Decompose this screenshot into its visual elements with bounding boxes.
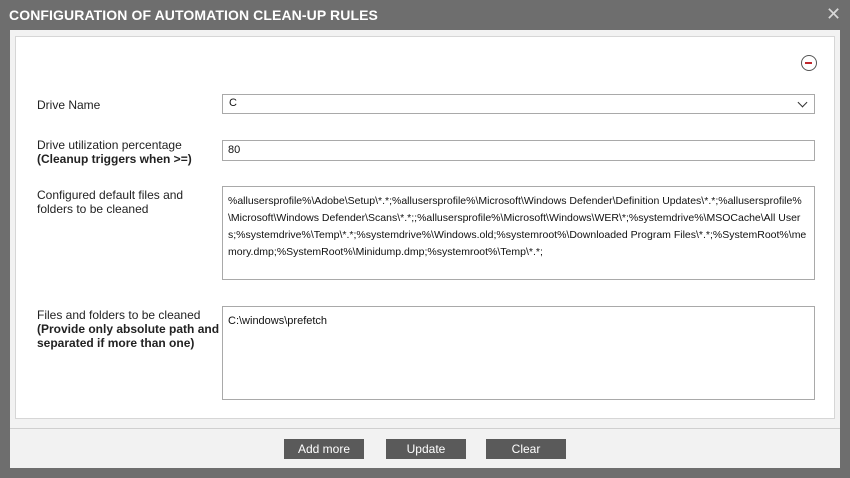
clear-button[interactable]: Clear: [486, 439, 566, 459]
utilization-label: Drive utilization percentage (Cleanup tr…: [37, 138, 192, 166]
close-icon[interactable]: ✕: [826, 5, 841, 23]
utilization-label-line2: (Cleanup triggers when >=): [37, 152, 192, 166]
chevron-down-icon: [797, 97, 808, 108]
default-files-label-line1: Configured default files and: [37, 188, 184, 202]
dialog-footer: Add more Update Clear: [10, 428, 840, 468]
update-button[interactable]: Update: [386, 439, 466, 459]
custom-files-label: Files and folders to be cleaned (Provide…: [37, 308, 226, 350]
dialog-body: Drive Name C Drive utilization percentag…: [10, 30, 840, 428]
custom-files-textarea[interactable]: C:\windows\prefetch: [222, 306, 815, 400]
dialog-title: CONFIGURATION OF AUTOMATION CLEAN-UP RUL…: [9, 7, 378, 23]
default-files-textarea[interactable]: %allusersprofile%\Adobe\Setup\*.*;%allus…: [222, 186, 815, 280]
default-files-label-line2: folders to be cleaned: [37, 202, 149, 216]
dialog-titlebar: CONFIGURATION OF AUTOMATION CLEAN-UP RUL…: [0, 0, 850, 30]
utilization-label-line1: Drive utilization percentage: [37, 138, 182, 152]
custom-files-label-line1: Files and folders to be cleaned: [37, 308, 201, 322]
drive-name-value: C: [229, 97, 237, 109]
custom-files-label-line2: (Provide only absolute path and ;: [37, 322, 227, 336]
custom-files-label-line3: separated if more than one): [37, 336, 195, 350]
add-more-button[interactable]: Add more: [284, 439, 364, 459]
drive-name-label: Drive Name: [37, 98, 101, 112]
utilization-input[interactable]: 80: [222, 140, 815, 161]
default-files-label: Configured default files and folders to …: [37, 188, 183, 216]
drive-name-select[interactable]: C: [222, 94, 815, 114]
minus-circle-icon[interactable]: [801, 55, 817, 71]
rule-panel: Drive Name C Drive utilization percentag…: [15, 36, 835, 419]
